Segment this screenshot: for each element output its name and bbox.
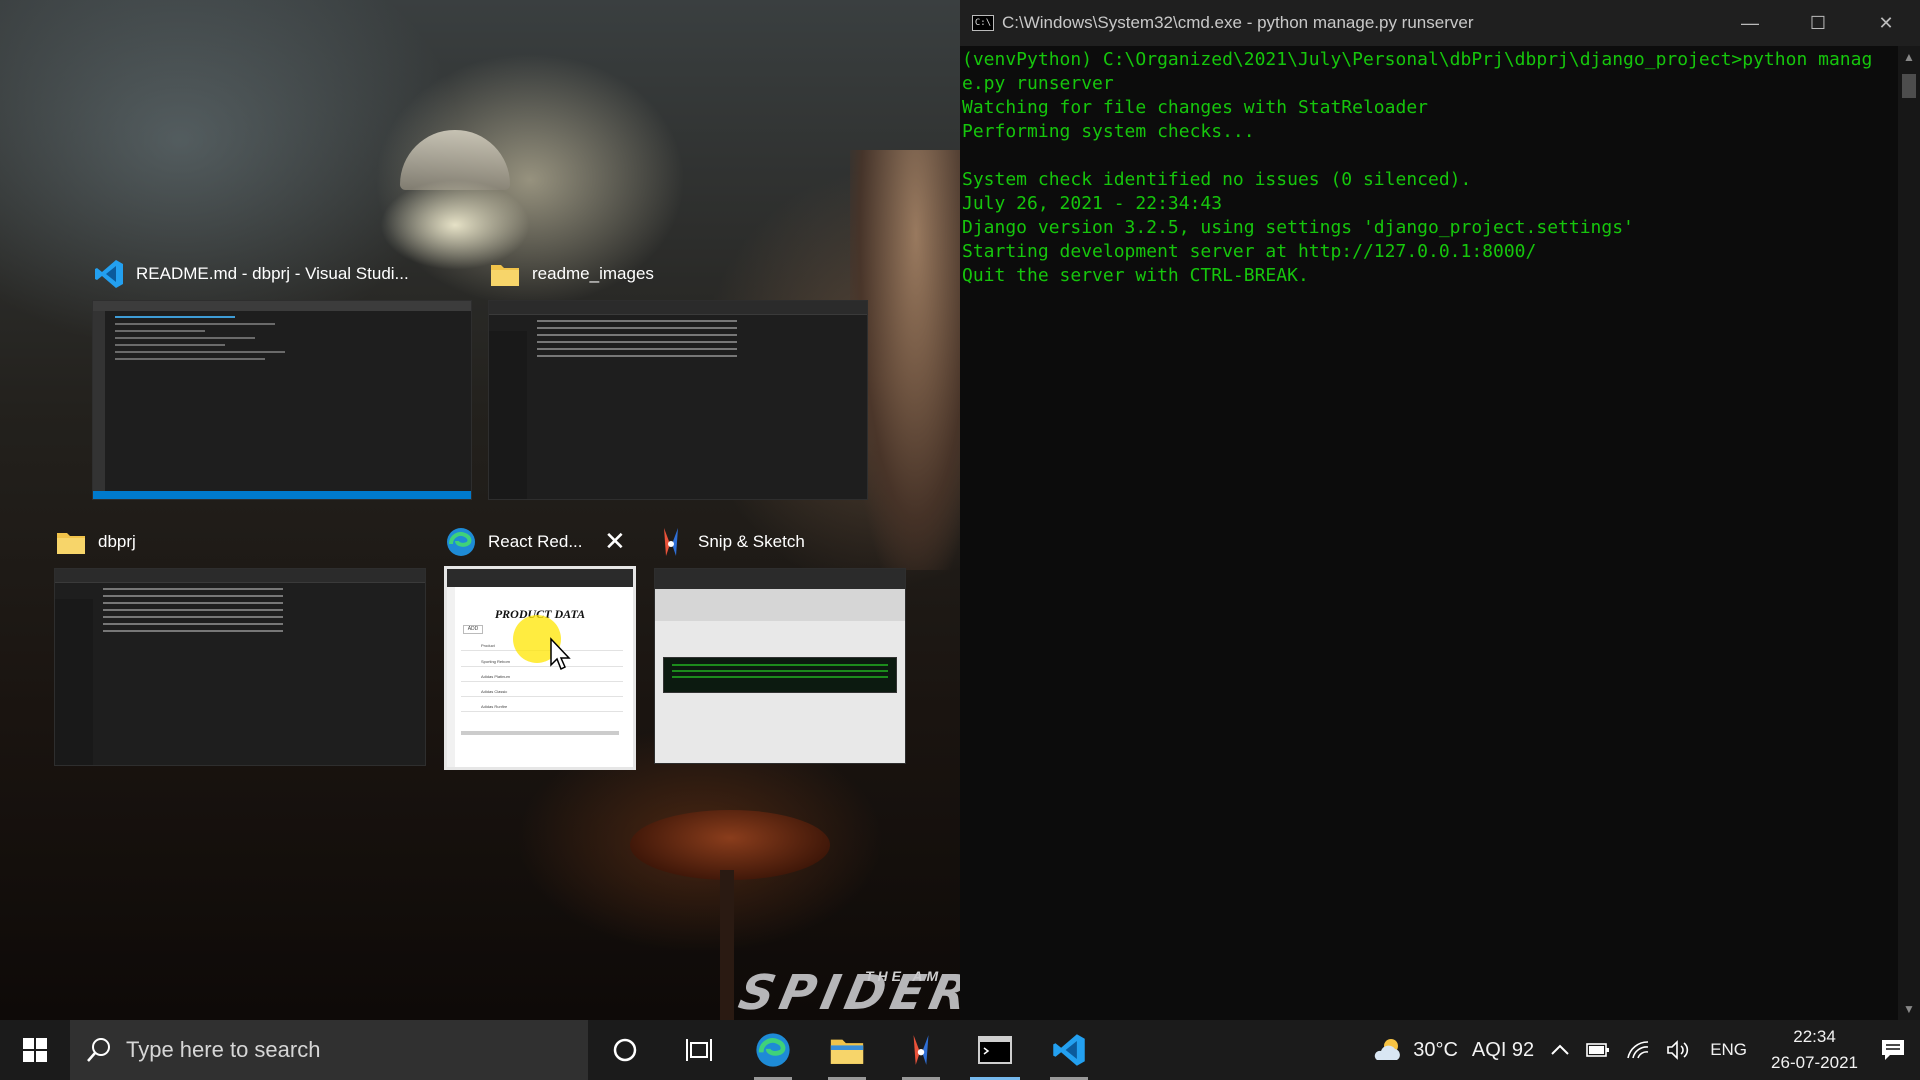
task-view-header: README.md - dbprj - Visual Studi... — [92, 254, 409, 294]
weather-widget[interactable]: 30°C AQI 92 — [1363, 1020, 1542, 1080]
clock-time: 22:34 — [1793, 1027, 1836, 1046]
folder-icon — [54, 525, 88, 559]
vscode-icon — [1053, 1034, 1085, 1066]
scroll-down-icon[interactable]: ▼ — [1898, 1002, 1920, 1016]
task-view-window-vscode[interactable]: README.md - dbprj - Visual Studi... — [92, 254, 472, 500]
console-scrollbar[interactable]: ▲ ▼ — [1898, 46, 1920, 1020]
task-view-header: Snip & Sketch — [654, 522, 805, 562]
taskbar: Type here to search 30°C AQI 92 ENG 22:3… — [0, 1020, 1920, 1080]
volume-button[interactable] — [1658, 1020, 1698, 1080]
notification-icon — [1882, 1040, 1904, 1060]
system-tray: 30°C AQI 92 ENG 22:34 26-07-2021 — [1363, 1020, 1920, 1080]
vscode-icon — [92, 257, 126, 291]
cortana-icon — [613, 1038, 637, 1062]
file-explorer-icon — [830, 1039, 864, 1064]
console-line: (venvPython) C:\Organized\2021\July\Pers… — [962, 49, 1873, 70]
mouse-cursor-icon — [550, 637, 571, 671]
console-line: Quit the server with CTRL-BREAK. — [962, 265, 1309, 286]
console-line: July 26, 2021 - 22:34:43 — [962, 193, 1223, 214]
windows-logo-icon — [23, 1038, 47, 1062]
speaker-icon — [1667, 1040, 1689, 1060]
task-view-window-snip-sketch[interactable]: Snip & Sketch — [654, 522, 906, 768]
cortana-button[interactable] — [588, 1020, 662, 1080]
console-line: e.py runserver — [962, 73, 1114, 94]
taskbar-file-explorer[interactable] — [810, 1020, 884, 1080]
battery-button[interactable] — [1578, 1020, 1618, 1080]
task-view-button[interactable] — [662, 1020, 736, 1080]
console-line: Starting development server at http://12… — [962, 241, 1537, 262]
snip-sketch-icon — [913, 1035, 929, 1065]
taskbar-snip-sketch[interactable] — [884, 1020, 958, 1080]
maximize-button[interactable]: ☐ — [1784, 0, 1852, 46]
task-view-window-react[interactable]: React Red... ✕ PRODUCT DATA ADD Product … — [444, 522, 636, 770]
window-thumbnail[interactable] — [54, 568, 426, 766]
console-line: Django version 3.2.5, using settings 'dj… — [962, 217, 1634, 238]
edge-icon — [444, 525, 478, 559]
show-hidden-icons-button[interactable] — [1542, 1020, 1578, 1080]
window-title: React Red... — [488, 532, 583, 551]
cmd-icon — [978, 1036, 1012, 1064]
task-view-header: readme_images — [488, 254, 654, 294]
table-row: Adidas Runfire — [461, 702, 623, 712]
command-prompt-window[interactable]: C:\ C:\Windows\System32\cmd.exe - python… — [960, 0, 1920, 1020]
weather-cloud-sun-icon — [1375, 1039, 1401, 1060]
battery-icon — [1586, 1043, 1610, 1057]
table-row: Adidas Classic — [461, 687, 623, 697]
console-titlebar[interactable]: C:\ C:\Windows\System32\cmd.exe - python… — [960, 0, 1920, 46]
console-title: C:\Windows\System32\cmd.exe - python man… — [1002, 13, 1474, 32]
taskbar-cmd[interactable] — [958, 1020, 1032, 1080]
network-button[interactable] — [1618, 1020, 1658, 1080]
search-placeholder: Type here to search — [126, 1037, 321, 1062]
cmd-icon: C:\ — [972, 15, 994, 31]
desktop-wallpaper: THE AM SPIDER README.md - dbprj - Visual… — [0, 0, 960, 1020]
action-center-button[interactable] — [1870, 1020, 1920, 1080]
wifi-icon — [1627, 1041, 1649, 1059]
task-view-header: dbprj — [54, 522, 136, 562]
minimize-button[interactable]: — — [1716, 0, 1784, 46]
scroll-up-icon[interactable]: ▲ — [1898, 50, 1920, 64]
edge-icon — [756, 1033, 790, 1067]
window-title: readme_images — [532, 264, 654, 283]
window-thumbnail[interactable] — [92, 300, 472, 500]
window-thumbnail[interactable]: PRODUCT DATA ADD Product Sporting Reborn… — [444, 566, 636, 770]
console-output[interactable]: (venvPython) C:\Organized\2021\July\Pers… — [960, 46, 1898, 1020]
clock[interactable]: 22:34 26-07-2021 — [1759, 1024, 1870, 1076]
console-line: Performing system checks... — [962, 121, 1255, 142]
taskbar-edge[interactable] — [736, 1020, 810, 1080]
start-button[interactable] — [0, 1020, 70, 1080]
weather-temperature: 30°C — [1413, 1038, 1458, 1061]
wallpaper-title: SPIDER — [734, 965, 960, 1020]
chevron-up-icon — [1551, 1044, 1569, 1055]
scroll-thumb[interactable] — [1902, 74, 1916, 98]
task-view-icon — [686, 1039, 712, 1061]
window-title: README.md - dbprj - Visual Studi... — [136, 264, 409, 283]
input-language[interactable]: ENG — [1698, 1020, 1759, 1080]
task-view-header: React Red... — [444, 522, 583, 562]
close-button[interactable]: ✕ — [1852, 0, 1920, 46]
clock-date: 26-07-2021 — [1771, 1053, 1858, 1072]
console-line: Watching for file changes with StatReloa… — [962, 97, 1428, 118]
window-thumbnail[interactable] — [654, 568, 906, 764]
close-window-button[interactable]: ✕ — [604, 528, 626, 554]
weather-aqi: AQI 92 — [1471, 1038, 1535, 1061]
task-view-window-dbprj[interactable]: dbprj — [54, 522, 426, 768]
window-thumbnail[interactable] — [488, 300, 868, 500]
search-icon — [87, 1038, 110, 1062]
table-row: Adidas Platinum — [461, 672, 623, 682]
taskbar-search-box[interactable]: Type here to search — [70, 1020, 588, 1080]
window-title: dbprj — [98, 532, 136, 551]
task-view-window-readme-images[interactable]: readme_images — [488, 254, 868, 500]
wallpaper-stool-leg — [720, 870, 734, 1020]
add-button: ADD — [463, 625, 483, 634]
window-title: Snip & Sketch — [698, 532, 805, 551]
folder-icon — [488, 257, 522, 291]
snip-sketch-icon — [654, 525, 688, 559]
console-line: System check identified no issues (0 sil… — [962, 169, 1472, 190]
taskbar-vscode[interactable] — [1032, 1020, 1106, 1080]
